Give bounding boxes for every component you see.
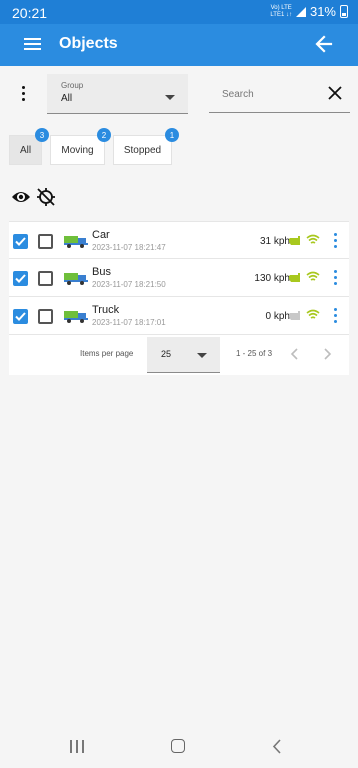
search-input[interactable] [222, 86, 322, 102]
checkbox-checked[interactable] [13, 271, 28, 286]
paginator: Items per page 25 1 - 25 of 3 [9, 335, 349, 375]
engine-icon [289, 236, 300, 245]
battery-icon [340, 5, 348, 18]
row-more-icon[interactable] [334, 270, 338, 287]
app-bar: Objects [0, 24, 358, 66]
page-title: Objects [59, 35, 118, 52]
list-item[interactable]: Truck 2023-11-07 18:17:01 0 kph [9, 297, 349, 335]
group-select-value: All [61, 93, 73, 104]
status-time: 20:21 [12, 5, 48, 21]
tab-all[interactable]: All 3 [9, 128, 49, 165]
object-time: 2023-11-07 18:21:47 [92, 243, 166, 252]
object-name: Bus [92, 266, 111, 278]
hamburger-menu-icon[interactable] [24, 38, 41, 51]
object-speed: 130 kph [254, 273, 290, 284]
object-time: 2023-11-07 18:17:01 [92, 318, 166, 327]
network-indicator: Vo) LTE LTE1 ↓↑ [270, 4, 292, 18]
tab-label: Stopped [123, 144, 162, 156]
close-icon[interactable] [328, 86, 342, 100]
object-name: Car [92, 229, 110, 241]
row-more-icon[interactable] [334, 308, 338, 325]
object-speed: 31 kph [259, 236, 290, 247]
arrow-back-icon[interactable] [314, 34, 334, 54]
checkbox[interactable] [38, 309, 53, 324]
items-per-page-label: Items per page [80, 349, 134, 358]
object-name: Truck [92, 304, 120, 316]
group-select-label: Group [61, 81, 84, 90]
list-item[interactable]: Car 2023-11-07 18:21:47 31 kph [9, 221, 349, 259]
page-range-label: 1 - 25 of 3 [236, 349, 273, 358]
home-icon[interactable] [171, 739, 185, 753]
nav-back-icon[interactable] [272, 739, 282, 754]
checkbox[interactable] [38, 234, 53, 249]
chevron-right-icon[interactable] [321, 347, 333, 361]
status-bar: 20:21 Vo) LTE LTE1 ↓↑ 31% [0, 0, 358, 24]
checkbox-checked[interactable] [13, 234, 28, 249]
list-item[interactable]: Bus 2023-11-07 18:21:50 130 kph [9, 259, 349, 297]
group-select[interactable]: Group All [47, 74, 188, 114]
checkbox[interactable] [38, 271, 53, 286]
tab-stopped[interactable]: Stopped 1 [113, 128, 179, 165]
eye-icon[interactable] [11, 189, 31, 205]
recent-apps-icon[interactable] [70, 740, 84, 753]
system-nav-bar [0, 728, 358, 768]
chevron-down-icon [197, 353, 207, 358]
row-more-icon[interactable] [334, 233, 338, 250]
signal-icon [295, 6, 306, 17]
signal-wifi-icon [306, 309, 320, 319]
count-badge: 1 [165, 128, 179, 142]
count-badge: 2 [97, 128, 111, 142]
tab-moving[interactable]: Moving 2 [50, 128, 111, 165]
truck-icon [64, 236, 88, 248]
checkbox-checked[interactable] [13, 309, 28, 324]
tab-label: Moving [61, 144, 94, 156]
object-time: 2023-11-07 18:21:50 [92, 280, 166, 289]
chevron-down-icon [165, 95, 175, 100]
battery-percent: 31% [309, 4, 336, 19]
signal-wifi-icon [306, 271, 320, 281]
chevron-left-icon[interactable] [289, 347, 301, 361]
page-size-select[interactable]: 25 [147, 337, 220, 373]
engine-icon [289, 273, 300, 282]
count-badge: 3 [35, 128, 49, 142]
truck-icon [64, 273, 88, 285]
tab-label: All [19, 144, 32, 156]
object-list: Car 2023-11-07 18:21:47 31 kph Bus 2023-… [9, 221, 349, 375]
page-size-value: 25 [161, 349, 172, 359]
truck-icon [64, 311, 88, 323]
engine-icon [289, 311, 300, 320]
location-disabled-icon[interactable] [36, 187, 56, 207]
search-field [209, 76, 350, 113]
signal-wifi-icon [306, 234, 320, 244]
more-options-icon[interactable] [22, 86, 26, 102]
status-indicators: Vo) LTE LTE1 ↓↑ 31% [270, 4, 348, 19]
object-speed: 0 kph [265, 311, 290, 322]
